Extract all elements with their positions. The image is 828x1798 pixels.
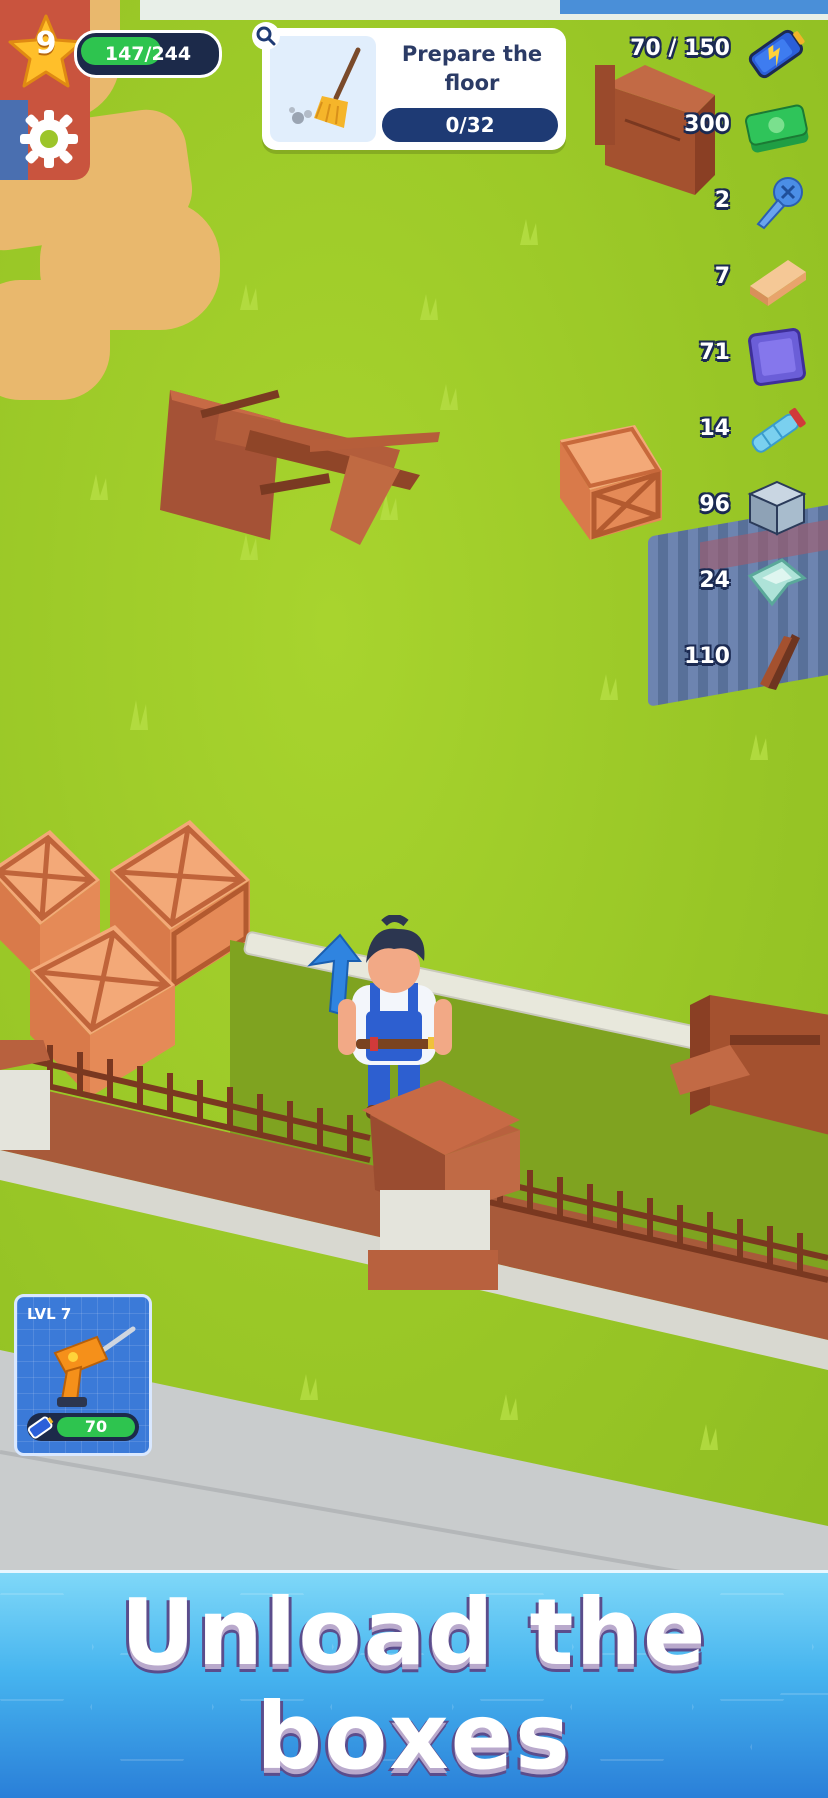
resource-value: 110 bbox=[684, 644, 730, 669]
resource-planks: 110 bbox=[612, 630, 812, 690]
xp-text: 147/244 bbox=[104, 43, 192, 65]
promo-banner: Unload the boxes bbox=[0, 1570, 828, 1798]
resource-screws: 2 bbox=[612, 174, 812, 234]
broken-table[interactable] bbox=[160, 380, 450, 550]
resource-value: 96 bbox=[699, 492, 730, 517]
block-icon bbox=[747, 480, 807, 536]
banner-headline: Unload the boxes bbox=[120, 1579, 708, 1790]
plank-icon bbox=[760, 634, 800, 690]
battery-icon bbox=[748, 29, 805, 79]
resource-value: 300 bbox=[684, 112, 730, 137]
resource-bricks: 7 bbox=[612, 250, 812, 310]
resource-value: 70 / 150 bbox=[630, 36, 730, 61]
quest-progress-bar: 0/32 bbox=[382, 108, 558, 142]
tile-icon bbox=[748, 328, 806, 386]
resource-value: 2 bbox=[714, 188, 730, 213]
tool-level-label: LVL 7 bbox=[27, 1305, 72, 1323]
resource-value: 7 bbox=[714, 264, 730, 289]
quest-progress-text: 0/32 bbox=[445, 113, 495, 137]
quest-title: Prepare the floor bbox=[401, 42, 543, 95]
screw-icon bbox=[756, 177, 803, 230]
tool-energy-value: 70 bbox=[84, 1417, 108, 1436]
resource-energy: 70 / 150 bbox=[592, 22, 812, 82]
brick-icon bbox=[750, 260, 806, 306]
pipe-icon bbox=[751, 407, 806, 453]
broom-icon bbox=[289, 47, 361, 128]
battery-icon bbox=[27, 1416, 54, 1439]
tool-card[interactable]: LVL 7 70 bbox=[14, 1294, 152, 1456]
drill-icon bbox=[53, 1326, 136, 1407]
cash-icon bbox=[745, 104, 809, 153]
resource-blocks: 96 bbox=[612, 478, 812, 538]
settings-gear-icon[interactable] bbox=[16, 106, 82, 172]
glass-icon bbox=[747, 558, 807, 607]
tool-energy-bar: 70 bbox=[27, 1413, 139, 1441]
resource-value: 71 bbox=[699, 340, 730, 365]
xp-bar: 147/244 bbox=[74, 30, 222, 78]
resource-value: 24 bbox=[699, 568, 730, 593]
quest-search-icon[interactable] bbox=[252, 22, 280, 50]
resource-pipes: 14 bbox=[612, 402, 812, 462]
quest-card[interactable]: Prepare the floor 0/32 bbox=[262, 28, 566, 150]
resource-glass: 24 bbox=[612, 554, 812, 614]
resource-cash: 300 bbox=[612, 98, 812, 158]
quest-image bbox=[270, 36, 376, 142]
resource-value: 14 bbox=[699, 416, 730, 441]
resource-tiles: 71 bbox=[612, 326, 812, 386]
